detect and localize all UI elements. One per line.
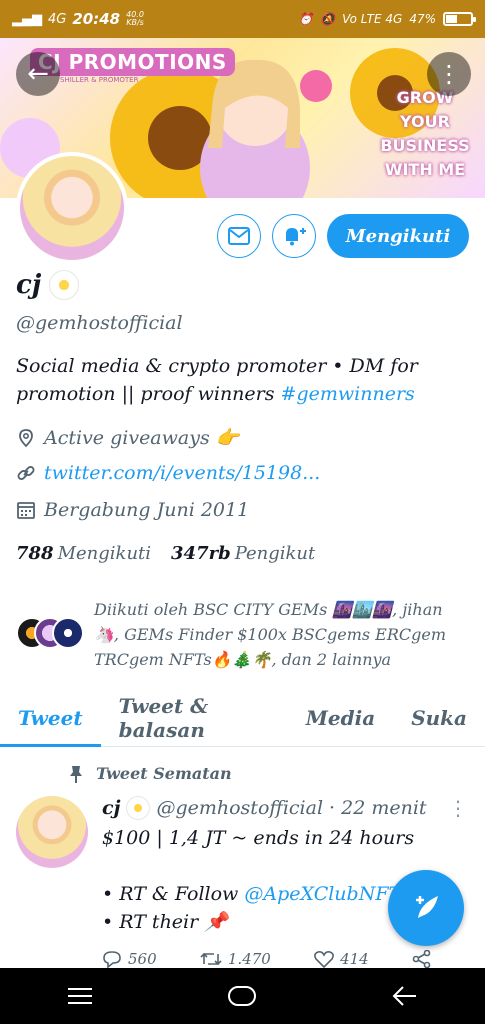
like-count: 414 [340, 950, 369, 968]
home-icon[interactable] [227, 985, 257, 1007]
signal-icon: ▂▄▆ [12, 11, 42, 27]
calendar-icon [17, 502, 35, 519]
tweet-more-icon[interactable]: ⋮ [448, 796, 468, 820]
retweet-icon [200, 952, 222, 966]
tab-likes[interactable]: Suka [393, 690, 485, 746]
reply-icon [103, 951, 121, 968]
back-button[interactable]: ← [16, 52, 60, 96]
like-button[interactable]: 414 [314, 950, 369, 968]
followers-count-link[interactable]: 347rb Pengikut [171, 543, 315, 564]
follow-counts: 788 Mengikuti 347rb Pengikut [16, 543, 315, 564]
profile-name-row: cj [16, 270, 80, 300]
menu-icon[interactable] [67, 986, 93, 1006]
network-type: 4G [48, 11, 67, 27]
retweet-count: 1.470 [227, 950, 271, 968]
following-label: Mengikuti [57, 543, 152, 564]
retweet-button[interactable]: 1.470 [200, 950, 271, 968]
following-count: 788 [16, 543, 54, 564]
network-labels: Vo LTE 4G [342, 12, 403, 26]
tab-media[interactable]: Media [288, 690, 393, 746]
followed-by-avatars [16, 617, 84, 653]
following-button[interactable]: Mengikuti [327, 214, 469, 258]
mail-icon [228, 227, 250, 245]
tweet-actions: 560 1.470 414 [102, 950, 432, 968]
followed-by-section[interactable]: Diikuti oleh BSC CITY GEMs 🌆🏙️🌆, jihan 🦄… [16, 597, 471, 672]
more-options-button[interactable]: ⋮ [427, 52, 471, 96]
location-row: Active giveaways 👉 [16, 426, 239, 449]
avatar [52, 617, 84, 649]
flower-emoji-icon [49, 270, 80, 300]
status-bar: ▂▄▆ 4G 20:48 40.0 KB/s ⏰ 🔕 Vo LTE 4G 47% [0, 0, 485, 38]
bio-hashtag[interactable]: #gemwinners [281, 383, 415, 405]
followed-by-text: Diikuti oleh BSC CITY GEMs 🌆🏙️🌆, jihan 🦄… [94, 600, 447, 669]
tweet-time: · 22 menit [329, 797, 427, 819]
network-speed: 40.0 KB/s [126, 10, 144, 27]
tweet-mention[interactable]: @ApeXClubNFT [244, 883, 401, 905]
followers-count: 347rb [171, 543, 231, 564]
followers-label: Pengikut [234, 543, 316, 564]
profile-avatar[interactable] [16, 152, 128, 264]
flower-emoji-icon [126, 796, 151, 820]
reply-button[interactable]: 560 [102, 950, 157, 968]
joined-text: Bergabung Juni 2011 [44, 499, 250, 521]
back-arrow-icon[interactable] [392, 985, 418, 1007]
pinned-indicator: Tweet Sematan [68, 764, 232, 783]
compose-tweet-button[interactable] [388, 870, 464, 946]
tab-tweets-replies[interactable]: Tweet & balasan [101, 690, 288, 746]
feather-plus-icon [416, 896, 438, 918]
alarm-icon: ⏰ [298, 12, 314, 26]
arrow-left-icon: ← [27, 59, 49, 89]
link-icon [17, 466, 35, 480]
banner-cta: GROW YOUR BUSINESS WITH ME [380, 88, 470, 179]
battery-percent: 47% [409, 12, 436, 26]
profile-bio: Social media & crypto promoter • DM for … [16, 352, 466, 408]
pinned-label: Tweet Sematan [96, 764, 232, 783]
display-name: cj [16, 270, 42, 300]
following-count-link[interactable]: 788 Mengikuti [16, 543, 151, 564]
clock: 20:48 [72, 10, 121, 28]
tab-tweets[interactable]: Tweet [0, 690, 101, 747]
battery-icon [443, 12, 476, 26]
website-row: twitter.com/i/events/15198... [16, 462, 320, 484]
system-navigation-bar [0, 968, 485, 1024]
website-link[interactable]: twitter.com/i/events/15198... [44, 462, 320, 484]
tweet-author-name: cj [102, 797, 121, 819]
notifications-button[interactable] [272, 214, 316, 258]
tweet-author-handle: @gemhostofficial [156, 797, 324, 819]
more-vertical-icon: ⋮ [437, 60, 461, 88]
reply-count: 560 [128, 950, 157, 968]
username: @gemhostofficial [16, 312, 183, 334]
heart-icon [314, 951, 335, 968]
message-button[interactable] [217, 214, 261, 258]
mute-icon: 🔕 [320, 12, 336, 26]
profile-tabs: Tweet Tweet & balasan Media Suka [0, 690, 485, 747]
tweet-line: $100 | 1,4 JT ~ ends in 24 hours [102, 827, 415, 849]
location-text: Active giveaways 👉 [44, 427, 240, 449]
tweet-line: • RT & Follow [102, 883, 245, 905]
banner-subtitle: SHILLER & PROMOTER [60, 76, 139, 84]
pin-icon [70, 765, 82, 783]
share-button[interactable] [412, 950, 432, 968]
banner-title: CJ PROMOTIONS [30, 48, 235, 76]
tweet-avatar[interactable] [16, 796, 88, 868]
location-pin-icon [19, 428, 33, 447]
joined-row: Bergabung Juni 2011 [16, 499, 249, 521]
tweet-header: cj @gemhostofficial · 22 menit [102, 796, 427, 820]
share-icon [412, 950, 431, 968]
bell-plus-icon [286, 228, 306, 246]
